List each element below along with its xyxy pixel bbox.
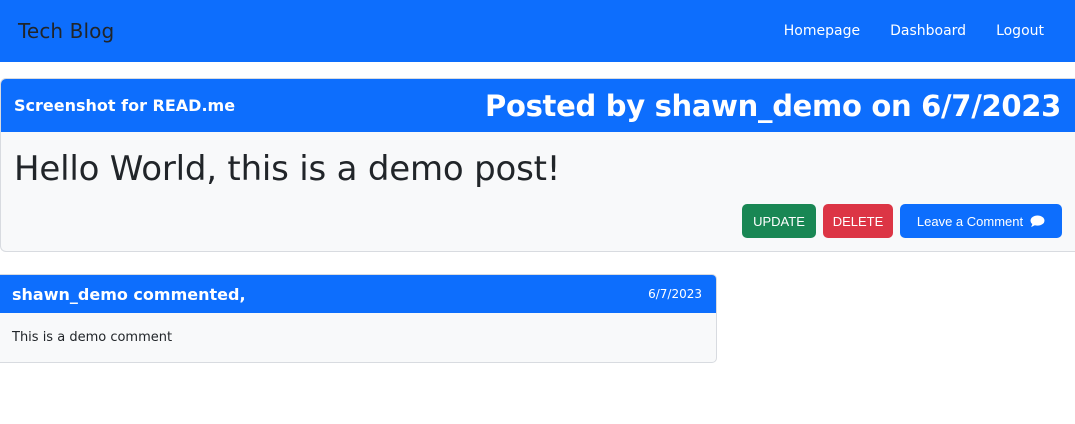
nav-link-homepage[interactable]: Homepage xyxy=(784,23,860,39)
post-header: Screenshot for READ.me Posted by shawn_d… xyxy=(1,79,1075,132)
update-button[interactable]: UPDATE xyxy=(742,204,816,238)
comment-body: This is a demo comment xyxy=(12,330,173,345)
brand-link[interactable]: Tech Blog xyxy=(18,19,114,43)
chat-bubble-icon xyxy=(1030,214,1045,227)
post-subtitle: Screenshot for READ.me xyxy=(14,96,236,115)
post-title: Hello World, this is a demo post! xyxy=(14,149,561,189)
post-actions: UPDATE DELETE Leave a Comment xyxy=(735,204,1062,238)
comment-author: shawn_demo commented, xyxy=(12,284,246,304)
post-card: Screenshot for READ.me Posted by shawn_d… xyxy=(0,78,1075,252)
comment-date: 6/7/2023 xyxy=(648,287,702,301)
nav-links: Homepage Dashboard Logout xyxy=(784,23,1044,39)
leave-comment-label: Leave a Comment xyxy=(916,213,1024,229)
delete-button-label: DELETE xyxy=(832,213,884,229)
leave-comment-button[interactable]: Leave a Comment xyxy=(900,204,1062,238)
comment-header: shawn_demo commented, 6/7/2023 xyxy=(0,275,716,313)
nav-link-logout[interactable]: Logout xyxy=(996,23,1044,39)
navbar: Tech Blog Homepage Dashboard Logout xyxy=(0,0,1075,62)
nav-link-dashboard[interactable]: Dashboard xyxy=(890,23,966,39)
post-meta: Posted by shawn_demo on 6/7/2023 xyxy=(485,88,1061,123)
delete-button[interactable]: DELETE xyxy=(823,204,893,238)
comment-card: shawn_demo commented, 6/7/2023 This is a… xyxy=(0,274,717,363)
update-button-label: UPDATE xyxy=(753,213,805,229)
